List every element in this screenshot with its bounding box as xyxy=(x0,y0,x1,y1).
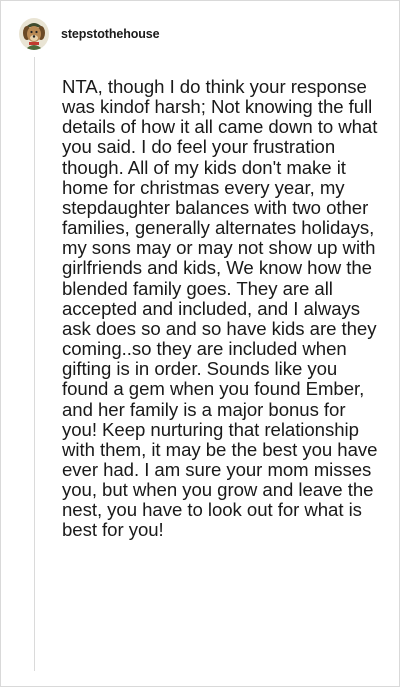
comment-body: NTA, though I do think your response was… xyxy=(62,76,378,541)
dog-avatar-icon[interactable] xyxy=(19,18,49,50)
username[interactable]: stepstothehouse xyxy=(61,27,160,41)
comment-header: stepstothehouse xyxy=(19,17,160,51)
thread-line xyxy=(34,57,35,671)
comment-card: stepstothehouse NTA, though I do think y… xyxy=(0,0,400,687)
